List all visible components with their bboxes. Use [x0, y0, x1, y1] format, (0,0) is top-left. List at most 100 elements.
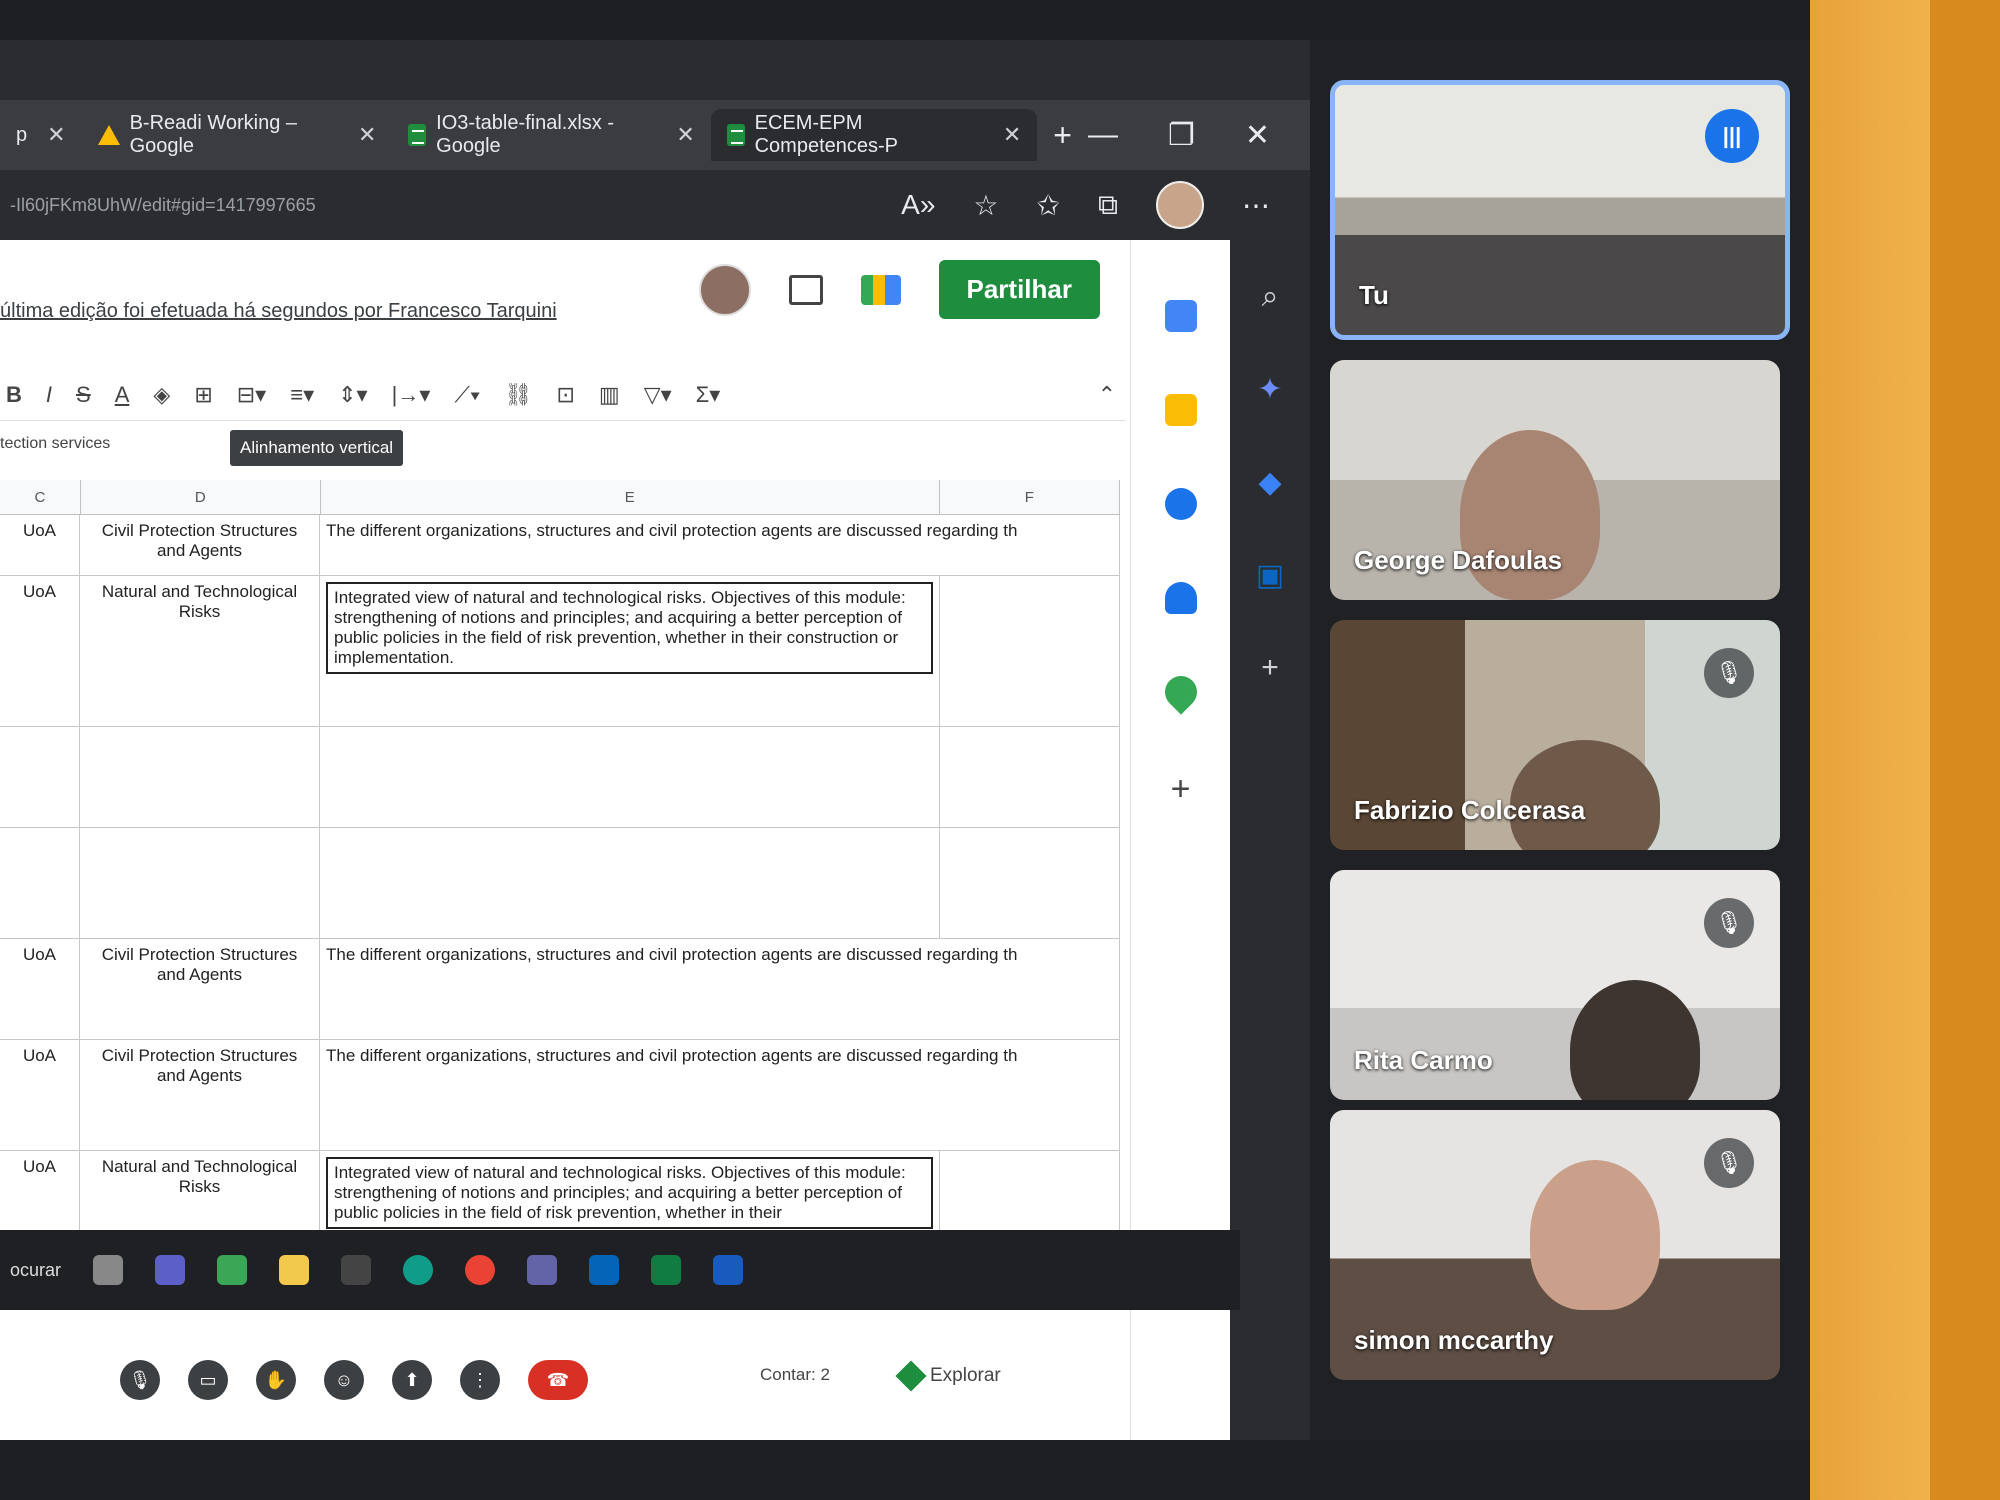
strikethrough-icon[interactable]: S	[76, 382, 91, 408]
more-options-icon[interactable]: ⋯	[1242, 189, 1270, 222]
task-view-icon[interactable]	[93, 1255, 124, 1285]
cell[interactable]: The different organizations, structures …	[320, 939, 1120, 1039]
camera-icon[interactable]: ▭	[188, 1360, 228, 1400]
filter-icon[interactable]: ▽▾	[644, 382, 672, 408]
file-explorer-icon[interactable]	[279, 1255, 310, 1285]
share-button[interactable]: Partilhar	[938, 260, 1100, 319]
cell-editor[interactable]: Integrated view of natural and technolog…	[326, 582, 933, 674]
close-window-icon[interactable]: ✕	[1245, 118, 1270, 153]
maps-icon[interactable]	[1157, 669, 1204, 715]
participant-tile[interactable]: 🎙 Fabrizio Colcerasa	[1330, 620, 1780, 850]
merge-cells-icon[interactable]: ⊟▾	[237, 382, 266, 408]
cell[interactable]	[0, 828, 80, 938]
search-icon[interactable]: ⌕	[1262, 280, 1279, 314]
participant-tile[interactable]: 🎙 simon mccarthy	[1330, 1110, 1780, 1380]
cell[interactable]: UoA	[0, 1040, 80, 1150]
insert-chart-icon[interactable]: ▥	[599, 382, 620, 408]
tasks-icon[interactable]	[1164, 488, 1197, 520]
column-header[interactable]: F	[940, 480, 1120, 514]
profile-avatar[interactable]	[1156, 181, 1204, 229]
restore-icon[interactable]: ❐	[1168, 118, 1195, 153]
widgets-icon[interactable]	[217, 1255, 248, 1285]
calendar-icon[interactable]	[1164, 300, 1197, 332]
cell[interactable]	[320, 727, 940, 827]
new-tab-button[interactable]: +	[1037, 109, 1088, 161]
emoji-icon[interactable]: ☺	[324, 1360, 364, 1400]
url-text[interactable]: -Il60jFKm8UhW/edit#gid=1417997665	[0, 195, 316, 216]
comments-icon[interactable]	[788, 274, 823, 305]
cell[interactable]: Civil Protection Structures and Agents	[80, 1040, 320, 1150]
participant-tile[interactable]: ||| Tu	[1330, 80, 1790, 340]
explore-button[interactable]: Explorar	[895, 1360, 1001, 1392]
cell[interactable]	[940, 727, 1120, 827]
cell[interactable]	[80, 727, 320, 827]
more-options-icon[interactable]: ⋮	[460, 1360, 500, 1400]
taskbar-search[interactable]: ocurar	[10, 1260, 61, 1281]
outlook-icon[interactable]: ▣	[1256, 558, 1284, 593]
read-aloud-icon[interactable]: A»	[901, 189, 935, 221]
add-favorite-icon[interactable]: ☆	[973, 189, 998, 222]
chrome-icon[interactable]	[465, 1255, 496, 1285]
participant-tile[interactable]: George Dafoulas	[1330, 360, 1780, 600]
cell[interactable]: UoA	[0, 515, 80, 575]
italic-icon[interactable]: I	[46, 382, 52, 408]
copilot-icon[interactable]: ✦	[1257, 372, 1282, 407]
last-edit-note[interactable]: última edição foi efetuada há segundos p…	[0, 300, 557, 323]
store-icon[interactable]	[341, 1255, 372, 1285]
cell[interactable]: UoA	[0, 576, 80, 726]
teams-app-icon[interactable]	[527, 1255, 558, 1285]
tab-io3-table[interactable]: IO3-table-final.xlsx - Google ✕	[392, 109, 710, 161]
cell[interactable]	[940, 576, 1120, 726]
keep-icon[interactable]	[1164, 394, 1197, 426]
google-meet-icon[interactable]	[860, 274, 901, 305]
cell[interactable]	[0, 727, 80, 827]
fill-color-icon[interactable]: ◈	[153, 382, 170, 408]
column-header[interactable]: D	[81, 480, 321, 514]
tab-partial[interactable]: p ✕	[0, 109, 82, 161]
cell[interactable]: Civil Protection Structures and Agents	[80, 939, 320, 1039]
tab-b-readi[interactable]: B-Readi Working – Google ✕	[82, 109, 393, 161]
contacts-icon[interactable]	[1164, 582, 1197, 614]
minimize-icon[interactable]: —	[1088, 118, 1118, 153]
selection-count[interactable]: Contar: 2	[760, 1365, 830, 1385]
end-call-icon[interactable]: ☎	[528, 1360, 588, 1400]
cell-editor[interactable]: Integrated view of natural and technolog…	[326, 1157, 933, 1229]
cell[interactable]	[80, 828, 320, 938]
participant-tile[interactable]: 🎙 Rita Carmo	[1330, 870, 1780, 1100]
text-rotation-icon[interactable]: ⟋▾	[454, 382, 480, 408]
close-tab-icon[interactable]: ✕	[358, 122, 376, 148]
tab-ecem-epm[interactable]: ECEM-EPM Competences-P ✕	[710, 109, 1038, 161]
teams-icon[interactable]	[155, 1255, 186, 1285]
add-addon-icon[interactable]: +	[1171, 770, 1191, 809]
column-header[interactable]: C	[0, 480, 81, 514]
outlook-app-icon[interactable]	[589, 1255, 620, 1285]
collapse-toolbar-icon[interactable]: ⌃	[1098, 382, 1126, 408]
text-wrap-icon[interactable]: |→▾	[392, 382, 431, 408]
bold-icon[interactable]: B	[6, 382, 22, 408]
bing-icon[interactable]: ◆	[1258, 465, 1281, 500]
column-header[interactable]: E	[321, 480, 940, 514]
name-box[interactable]: tection services	[0, 435, 110, 453]
functions-icon[interactable]: Σ▾	[696, 382, 721, 408]
raise-hand-icon[interactable]: ✋	[256, 1360, 296, 1400]
collections-icon[interactable]: ⧉	[1098, 189, 1118, 222]
cell[interactable]: Civil Protection Structures and Agents	[80, 515, 320, 575]
edge-icon[interactable]	[403, 1255, 434, 1285]
cell[interactable]: The different organizations, structures …	[320, 1040, 1120, 1150]
horizontal-align-icon[interactable]: ≡▾	[290, 382, 314, 408]
present-icon[interactable]: ⬆	[392, 1360, 432, 1400]
close-tab-icon[interactable]: ✕	[676, 122, 694, 148]
vertical-align-icon[interactable]: ⇕▾	[338, 382, 367, 408]
cell[interactable]: UoA	[0, 939, 80, 1039]
microphone-icon[interactable]: 🎙	[120, 1360, 160, 1400]
insert-link-icon[interactable]: ⛓	[505, 382, 533, 408]
cell[interactable]	[940, 828, 1120, 938]
add-sidebar-app-icon[interactable]: +	[1261, 651, 1279, 685]
close-tab-icon[interactable]: ✕	[1003, 122, 1021, 148]
insert-comment-icon[interactable]: ⊡	[556, 382, 574, 408]
close-tab-icon[interactable]: ✕	[47, 122, 65, 148]
excel-icon[interactable]	[651, 1255, 682, 1285]
word-icon[interactable]	[713, 1255, 744, 1285]
collaborator-avatar[interactable]	[698, 263, 751, 316]
borders-icon[interactable]: ⊞	[194, 382, 212, 408]
